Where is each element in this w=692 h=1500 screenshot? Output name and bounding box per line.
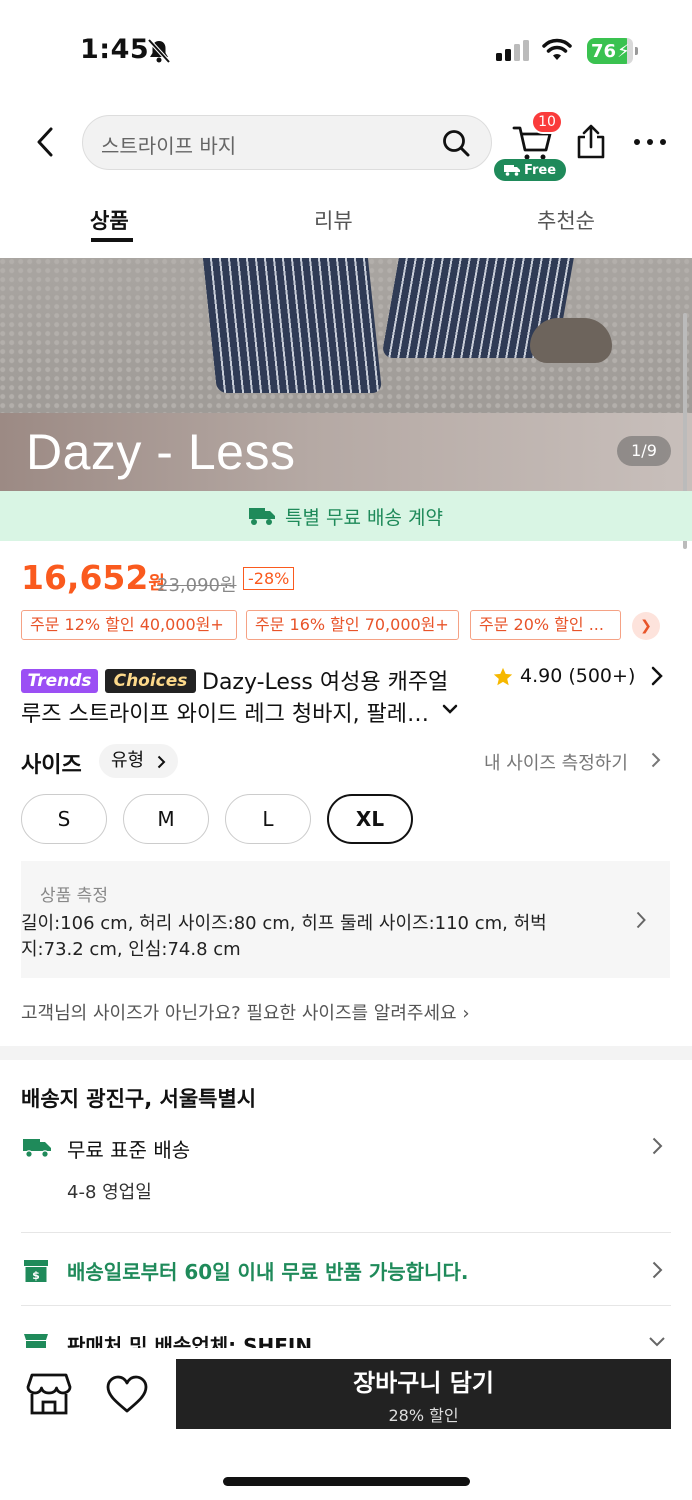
size-option-m[interactable]: M [123,794,209,844]
search-query-text: 스트라이프 바지 [101,134,237,158]
charging-bolt-icon: ⚡ [617,40,630,62]
tab-product[interactable]: 상품 [90,205,129,235]
measure-my-size-link[interactable]: 내 사이즈 측정하기 [484,749,628,775]
coupon-chip[interactable]: 주문 20% 할인 ... [470,610,621,640]
truck-icon [23,1139,51,1158]
trends-badge: Trends [21,669,98,693]
product-title: Dazy-Less 여성용 캐주얼 [202,670,449,695]
heart-icon[interactable] [105,1374,149,1414]
delivery-destination[interactable]: 배송지 광진구, 서울특별시 [21,1083,256,1113]
free-shipping-pill: Free [494,159,566,181]
measurements-value: 길이:106 cm, 허리 사이즈:80 cm, 히프 둘레 사이즈:110 c… [21,913,547,960]
size-option-s[interactable]: S [21,794,107,844]
truck-icon [249,508,276,525]
cart-count-badge: 10 [531,110,563,134]
add-to-cart-discount: 28% 할인 [388,1405,459,1425]
discount-tag: -28% [243,567,295,590]
chevron-right-icon[interactable] [652,1261,663,1279]
star-icon [493,667,513,686]
battery-indicator: 76 ⚡ [587,38,638,64]
signal-icon [496,40,532,61]
shipping-banner-text: 특별 무료 배송 계약 [285,506,443,529]
free-shipping-banner: 특별 무료 배송 계약 [0,491,692,541]
add-to-cart-button[interactable]: 장바구니 담기 28% 할인 [176,1359,671,1429]
home-indicator[interactable] [223,1477,470,1486]
measurements-title: 상품 측정 [40,886,108,906]
measurements-text: 길이:106 cm, 허리 사이즈:80 cm, 히프 둘레 사이즈:110 c… [21,911,606,963]
coupon-chip[interactable]: 주문 16% 할인 70,000원+ [246,610,459,640]
truck-icon [503,165,520,176]
more-options-icon[interactable] [633,133,667,151]
seller-info[interactable]: 판매처 및 배송업체: SHEIN [67,1330,312,1350]
chevron-down-icon[interactable] [648,1336,666,1348]
product-image-gallery[interactable]: Dazy - Less 1/9 [0,258,692,491]
svg-text:$: $ [32,1269,40,1282]
wifi-icon [542,38,572,60]
bell-slash-icon [147,38,171,64]
chevron-right-icon[interactable] [651,666,663,686]
back-arrow-icon[interactable] [33,126,59,158]
product-measurements-card[interactable]: 상품 측정 길이:106 cm, 허리 사이즈:80 cm, 히프 둘레 사이즈… [21,861,670,978]
search-icon[interactable] [441,128,471,158]
coupon-chip[interactable]: 주문 12% 할인 40,000원+ [21,610,237,640]
chevron-right-icon[interactable] [651,752,661,768]
size-option-xl[interactable]: XL [327,794,413,844]
add-to-cart-label: 장바구니 담기 [353,1368,494,1397]
shoe [530,318,612,363]
tab-recommended[interactable]: 추천순 [537,205,595,235]
size-type-label: 유형 [111,750,145,771]
free-label: Free [523,162,557,178]
image-counter: 1/9 [617,436,671,466]
shipping-days: 4-8 영업일 [67,1182,152,1203]
tab-reviews[interactable]: 리뷰 [314,205,353,235]
current-price: 16,652원 [21,558,165,597]
expand-title-chevron-icon[interactable] [441,702,459,716]
rating-value[interactable]: 4.90 (500+) [520,665,635,687]
share-icon[interactable] [575,124,607,160]
size-option-l[interactable]: L [225,794,311,844]
battery-level: 76 [591,40,617,62]
row-divider [21,1232,671,1233]
chevron-right-icon [157,755,166,769]
size-request-link[interactable]: 고객님의 사이즈가 아닌가요? 필요한 사이즈를 알려주세요 › [21,999,470,1025]
active-tab-indicator [91,238,133,242]
store-icon[interactable] [26,1372,72,1416]
brand-overlay-text: Dazy - Less [26,424,296,480]
shipping-method: 무료 표준 배송 [67,1138,191,1162]
choices-badge: Choices [105,669,196,693]
product-title-continued: 루즈 스트라이프 와이드 레그 청바지, 팔레… [21,702,430,727]
row-divider [21,1305,671,1306]
jeans-leg-left [202,258,383,393]
search-input[interactable]: 스트라이프 바지 [82,115,492,170]
section-divider [0,1046,692,1060]
free-returns-text[interactable]: 배송일로부터 60일 이내 무료 반품 가능합니다. [67,1256,468,1285]
coupon-more-button[interactable]: ❯ [632,612,660,640]
original-price: 23,090원 [157,575,237,596]
chevron-right-icon [636,911,646,929]
return-box-icon: $ [24,1260,48,1282]
size-label: 사이즈 [21,753,82,778]
size-type-selector[interactable]: 유형 [99,744,179,778]
status-time: 1:45 [80,34,150,65]
chevron-right-icon[interactable] [652,1137,663,1155]
price-value: 16,652 [21,558,149,597]
